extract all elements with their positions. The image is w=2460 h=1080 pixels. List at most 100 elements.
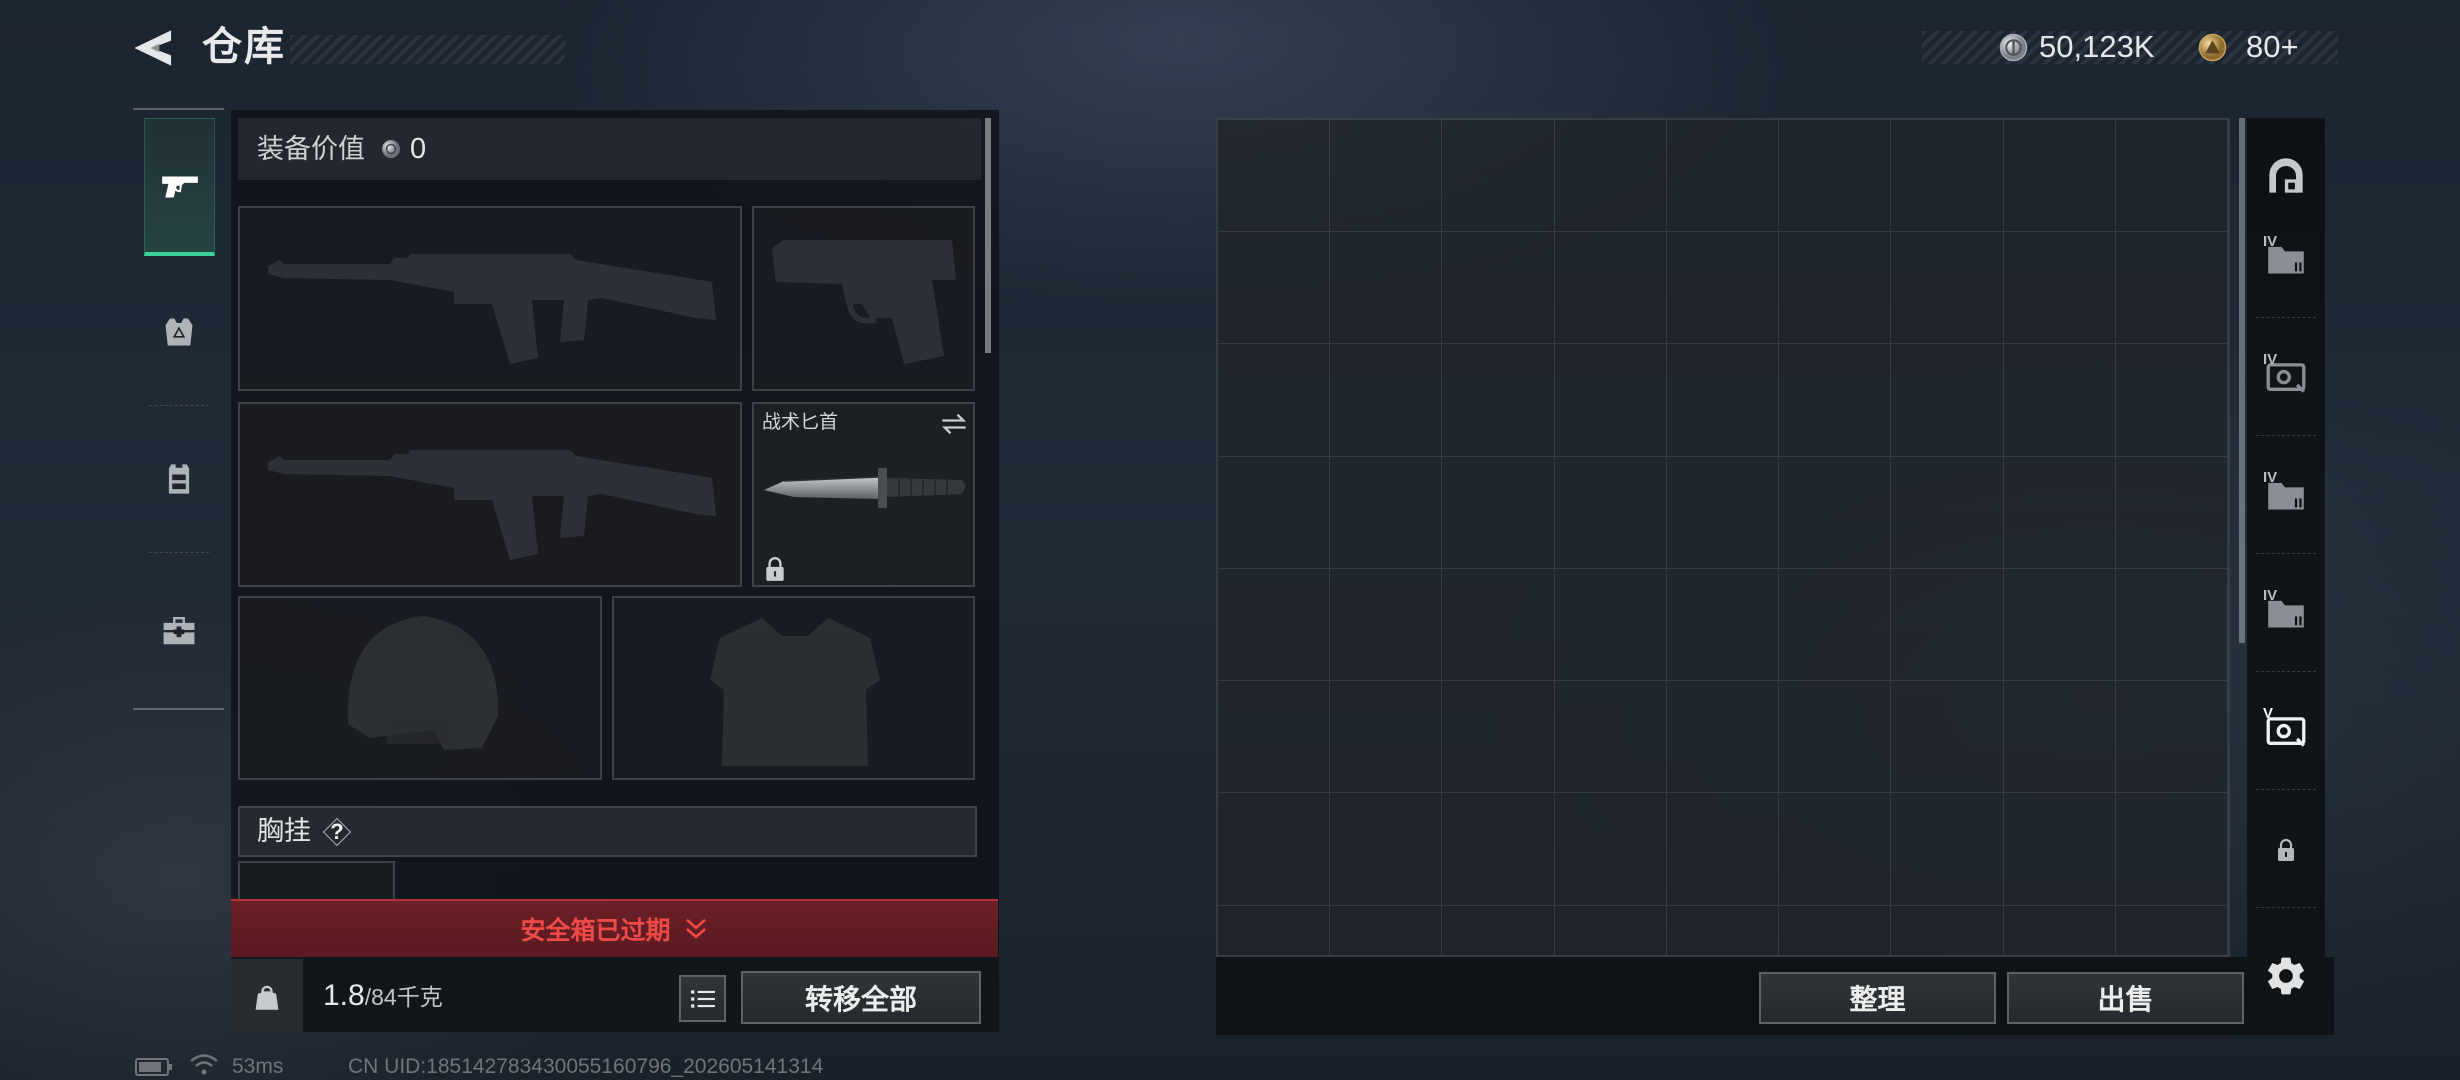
grid-cell[interactable] (2003, 456, 2116, 569)
grid-cell[interactable] (1330, 568, 1443, 682)
chest-rig-bar[interactable]: 胸挂 ? (238, 806, 977, 857)
grid-cell[interactable] (1330, 120, 1443, 233)
grid-cell[interactable] (1554, 232, 1667, 345)
grid-cell[interactable] (2003, 905, 2116, 955)
grid-cell[interactable] (1218, 344, 1331, 457)
grid-cell[interactable] (1442, 232, 1555, 345)
grid-cell[interactable] (1666, 568, 1780, 682)
grid-cell[interactable] (1779, 456, 1892, 569)
grid-cell[interactable] (1218, 905, 1331, 955)
grid-cell[interactable] (2003, 793, 2116, 906)
sell-button[interactable]: 出售 (2007, 972, 2244, 1024)
swap-icon[interactable] (940, 412, 968, 436)
grid-cell[interactable] (1554, 905, 1667, 955)
grid-cell[interactable] (1442, 568, 1555, 682)
pistol-slot[interactable] (752, 206, 975, 391)
grid-cell[interactable] (1666, 232, 1780, 345)
container-tab-case[interactable]: IV (2247, 232, 2325, 318)
grid-cell[interactable] (2115, 681, 2228, 794)
grid-cell[interactable] (2115, 456, 2228, 569)
grid-cell[interactable] (1218, 568, 1331, 682)
grid-cell[interactable] (1666, 793, 1780, 906)
storage-grid[interactable] (1216, 118, 2230, 957)
container-tab-case[interactable]: IV (2247, 436, 2325, 554)
transfer-all-button[interactable]: 转移全部 (741, 971, 981, 1024)
sidebar-tab-toolbox[interactable] (133, 552, 224, 707)
storage-scrollbar[interactable] (2239, 118, 2245, 643)
grid-cell[interactable] (2003, 120, 2116, 233)
body-armor-slot[interactable] (612, 596, 975, 780)
grid-cell[interactable] (1218, 232, 1331, 345)
grid-cell[interactable] (1442, 905, 1555, 955)
grid-cell[interactable] (1442, 120, 1555, 233)
chest-rig-help-button[interactable]: ? (322, 817, 352, 847)
grid-cell[interactable] (1891, 232, 2004, 345)
grid-cell[interactable] (1891, 793, 2004, 906)
primary-weapon-slot-1[interactable] (238, 206, 742, 391)
grid-cell[interactable] (2115, 344, 2228, 457)
grid-cell[interactable] (1554, 568, 1667, 682)
safe-box-banner[interactable]: 安全箱已过期 (231, 899, 998, 957)
grid-cell[interactable] (1330, 344, 1443, 457)
grid-cell[interactable] (1554, 344, 1667, 457)
grid-cell[interactable] (1218, 793, 1331, 906)
grid-cell[interactable] (1779, 120, 1892, 233)
settings-button[interactable] (2263, 953, 2309, 999)
sidebar-tab-chest-rig[interactable] (133, 405, 224, 552)
melee-slot[interactable]: 战术匕首 (752, 402, 975, 587)
grid-cell[interactable] (1666, 681, 1780, 794)
grid-cell[interactable] (1779, 793, 1892, 906)
grid-cell[interactable] (1554, 120, 1667, 233)
grid-cell[interactable] (2115, 120, 2228, 233)
container-tab-safe[interactable]: IV (2247, 318, 2325, 436)
grid-cell[interactable] (1891, 905, 2004, 955)
container-tab-shelter[interactable] (2247, 118, 2325, 232)
helmet-slot[interactable] (238, 596, 602, 780)
grid-cell[interactable] (1330, 905, 1443, 955)
grid-cell[interactable] (1779, 905, 1892, 955)
grid-cell[interactable] (1554, 793, 1667, 906)
primary-weapon-slot-2[interactable] (238, 402, 742, 587)
back-button[interactable] (130, 27, 174, 69)
chest-rig-slot[interactable] (238, 861, 395, 901)
grid-cell[interactable] (1442, 793, 1555, 906)
grid-cell[interactable] (1330, 232, 1443, 345)
grid-cell[interactable] (2115, 905, 2228, 955)
grid-cell[interactable] (2003, 232, 2116, 345)
grid-cell[interactable] (1779, 344, 1892, 457)
equipment-scrollbar[interactable] (985, 118, 991, 353)
container-tab-safe-active[interactable]: V (2247, 672, 2325, 790)
grid-cell[interactable] (1442, 344, 1555, 457)
grid-cell[interactable] (1891, 681, 2004, 794)
container-tab-locked[interactable] (2247, 790, 2325, 908)
grid-cell[interactable] (1891, 456, 2004, 569)
grid-cell[interactable] (1779, 232, 1892, 345)
grid-cell[interactable] (1554, 456, 1667, 569)
sort-button[interactable]: 整理 (1759, 972, 1996, 1024)
grid-cell[interactable] (1666, 344, 1780, 457)
grid-cell[interactable] (2003, 681, 2116, 794)
sidebar-tab-armor[interactable] (133, 259, 224, 405)
grid-cell[interactable] (1330, 681, 1443, 794)
grid-cell[interactable] (2003, 568, 2116, 682)
grid-cell[interactable] (1442, 681, 1555, 794)
grid-cell[interactable] (1218, 456, 1331, 569)
grid-cell[interactable] (1666, 120, 1780, 233)
grid-cell[interactable] (1218, 681, 1331, 794)
grid-cell[interactable] (1891, 344, 2004, 457)
grid-cell[interactable] (1554, 681, 1667, 794)
grid-cell[interactable] (1330, 456, 1443, 569)
grid-cell[interactable] (1218, 120, 1331, 233)
grid-cell[interactable] (2115, 232, 2228, 345)
grid-cell[interactable] (2003, 344, 2116, 457)
sidebar-tab-weapons[interactable] (144, 118, 215, 256)
grid-cell[interactable] (1891, 568, 2004, 682)
list-view-button[interactable] (679, 975, 726, 1022)
container-tab-case[interactable]: IV (2247, 554, 2325, 672)
grid-cell[interactable] (1330, 793, 1443, 906)
grid-cell[interactable] (2115, 568, 2228, 682)
grid-cell[interactable] (1891, 120, 2004, 233)
grid-cell[interactable] (1779, 568, 1892, 682)
grid-cell[interactable] (1442, 456, 1555, 569)
grid-cell[interactable] (1666, 905, 1780, 955)
